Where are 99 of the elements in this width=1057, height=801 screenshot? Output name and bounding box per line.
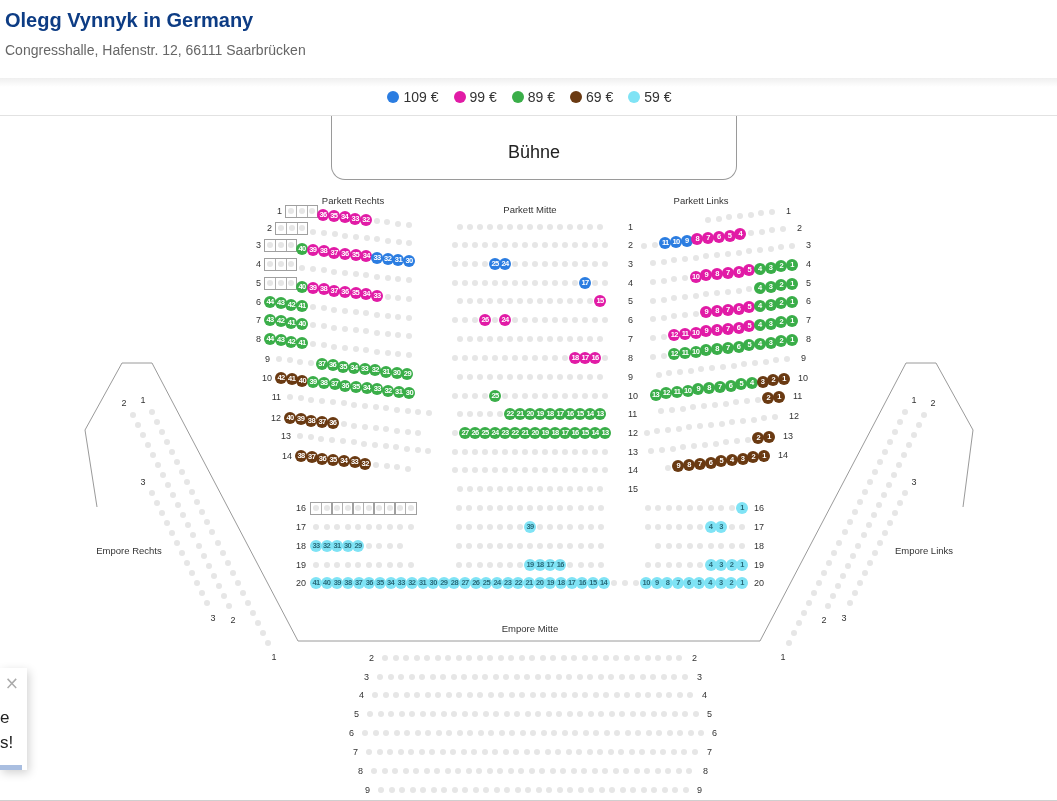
row-number: 19 (296, 560, 306, 570)
row-number: 2 (369, 653, 374, 663)
row-number: 14 (628, 465, 638, 475)
row-number: 9 (697, 785, 702, 795)
row-number: 7 (806, 315, 811, 325)
row-number: 12 (789, 411, 799, 421)
row-number: 6 (712, 728, 717, 738)
row-number: 5 (354, 709, 359, 719)
row-number: 3 (210, 613, 216, 623)
row-number: 15 (628, 484, 638, 494)
section-label: Parkett Links (673, 194, 729, 206)
row-number: 4 (806, 259, 811, 269)
row-number: 2 (230, 615, 236, 625)
price-label: 89 € (527, 88, 555, 105)
row-number: 5 (806, 278, 811, 288)
row-number: 6 (256, 297, 261, 307)
row-number: 13 (628, 447, 638, 457)
row-number: 3 (364, 672, 369, 682)
price-label: 99 € (469, 88, 497, 105)
toast-text: e (0, 707, 11, 729)
row-number: 2 (692, 653, 697, 663)
row-number: 11 (628, 409, 638, 419)
row-number: 17 (296, 522, 306, 532)
row-number: 18 (296, 541, 306, 551)
toast-text: s! (0, 732, 15, 754)
event-title: Olegg Vynnyk in Germany (5, 8, 255, 33)
row-number: 18 (754, 541, 764, 551)
row-number: 8 (628, 353, 633, 363)
row-number: 1 (786, 206, 791, 216)
row-number: 2 (628, 240, 633, 250)
row-number: 6 (628, 315, 633, 325)
row-number: 8 (806, 334, 811, 344)
row-number: 6 (349, 728, 354, 738)
row-number: 9 (365, 785, 370, 795)
row-number: 4 (256, 259, 261, 269)
row-number: 8 (703, 766, 708, 776)
row-number: 4 (359, 690, 364, 700)
row-number: 1 (911, 395, 917, 405)
toast-button-edge[interactable] (0, 765, 22, 770)
price-label: 109 € (403, 88, 439, 105)
row-number: 16 (754, 503, 764, 513)
row-number: 20 (296, 578, 306, 588)
price-label: 59 € (644, 88, 672, 105)
row-number: 3 (841, 613, 847, 623)
section-label: Parkett Mitte (503, 203, 557, 215)
row-number: 1 (277, 206, 282, 216)
section-label: Parkett Rechts (321, 194, 385, 206)
row-number: 11 (271, 392, 281, 402)
row-number: 10 (628, 391, 638, 401)
row-number: 2 (267, 223, 272, 233)
row-number: 2 (821, 615, 827, 625)
price-label: 69 € (586, 88, 614, 105)
row-number: 7 (256, 315, 261, 325)
section-label: Empore Mitte (501, 622, 559, 634)
row-number: 1 (271, 652, 277, 662)
stage: Bühne (331, 116, 737, 180)
row-number: 3 (140, 477, 146, 487)
close-button[interactable]: × (4, 674, 19, 692)
row-number: 9 (628, 372, 633, 382)
row-number: 5 (256, 278, 261, 288)
row-number: 4 (628, 278, 633, 288)
row-number: 4 (702, 690, 707, 700)
row-number: 6 (806, 296, 811, 306)
row-number: 7 (353, 747, 358, 757)
row-number: 1 (780, 652, 786, 662)
row-number: 19 (754, 560, 764, 570)
row-number: 3 (697, 672, 702, 682)
row-number: 7 (707, 747, 712, 757)
row-number: 13 (281, 431, 291, 441)
row-number: 14 (778, 450, 788, 460)
row-number: 1 (140, 395, 146, 405)
row-number: 14 (282, 451, 292, 461)
row-number: 11 (793, 391, 803, 401)
row-number: 8 (358, 766, 363, 776)
row-number: 3 (806, 240, 811, 250)
row-number: 1 (628, 222, 633, 232)
row-number: 12 (628, 428, 638, 438)
row-number: 2 (930, 398, 936, 408)
row-number: 3 (628, 259, 633, 269)
row-number: 20 (754, 578, 764, 588)
row-number: 5 (707, 709, 712, 719)
row-number: 8 (256, 334, 261, 344)
row-number: 9 (265, 354, 270, 364)
row-number: 16 (296, 503, 306, 513)
venue-address: Congresshalle, Hafenstr. 12, 66111 Saarbrücken (5, 42, 307, 58)
row-number: 17 (754, 522, 764, 532)
section-label: Empore Links (894, 544, 954, 556)
row-number: 12 (271, 413, 281, 423)
section-label: Empore Rechts (96, 544, 162, 556)
row-number: 7 (628, 334, 633, 344)
row-number: 5 (628, 296, 633, 306)
row-number: 3 (256, 240, 261, 250)
row-number: 10 (798, 373, 808, 383)
row-number: 10 (262, 373, 272, 383)
row-number: 2 (797, 223, 802, 233)
row-number: 3 (911, 477, 917, 487)
row-number: 9 (801, 353, 806, 363)
row-number: 13 (783, 431, 793, 441)
row-number: 2 (121, 398, 127, 408)
